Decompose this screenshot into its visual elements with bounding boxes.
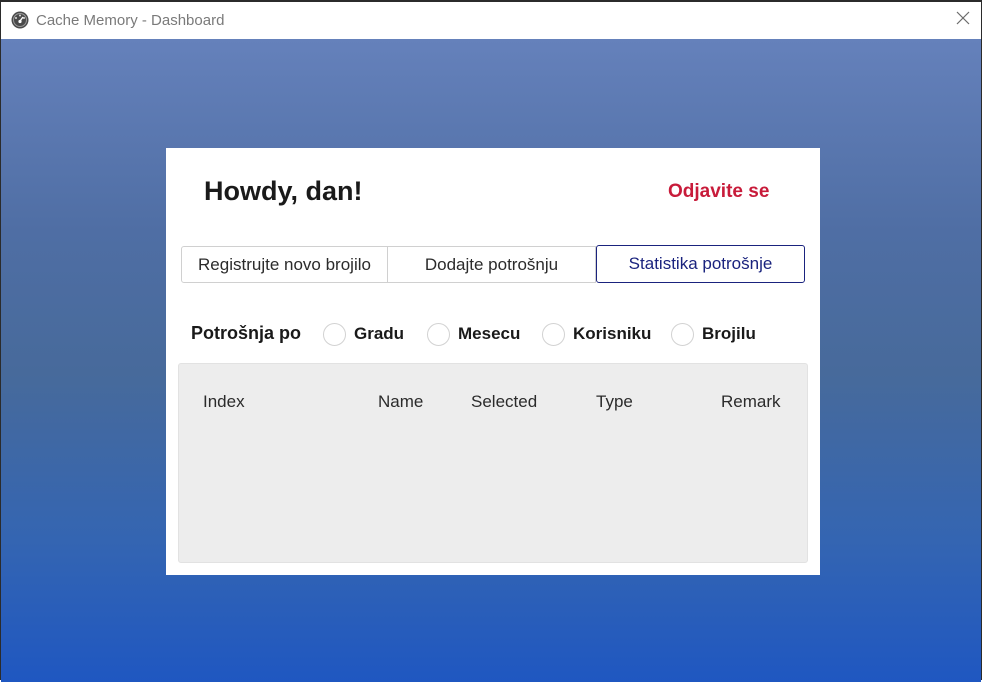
radio-brojilu[interactable]: Brojilu [671,322,756,346]
gauge-icon [11,11,29,29]
tab-bar: Registrujte novo brojilo Dodajte potrošn… [181,245,805,284]
column-header-name[interactable]: Name [378,392,423,412]
column-header-selected[interactable]: Selected [471,392,537,412]
tab-register-meter[interactable]: Registrujte novo brojilo [181,246,388,283]
radio-circle[interactable] [323,322,346,346]
close-icon [956,11,970,30]
radio-korisniku[interactable]: Korisniku [542,322,651,346]
statistics-table[interactable]: Index Name Selected Type Remark [178,363,808,563]
close-button[interactable] [945,2,981,39]
dashboard-card: Howdy, dan! Odjavite se Registrujte novo… [166,148,820,575]
radio-gradu[interactable]: Gradu [323,322,404,346]
radio-circle[interactable] [427,322,450,346]
window-title: Cache Memory - Dashboard [36,12,225,29]
radio-label: Korisniku [573,324,652,343]
radio-circle[interactable] [542,322,565,346]
radio-circle[interactable] [671,322,694,346]
radio-label: Gradu [354,324,405,343]
tab-add-consumption[interactable]: Dodajte potrošnju [388,246,596,283]
app-window: Cache Memory - Dashboard Howdy, dan! Odj… [0,0,982,682]
title-bar: Cache Memory - Dashboard [1,2,981,39]
radio-mesecu[interactable]: Mesecu [427,322,520,346]
column-header-type[interactable]: Type [596,392,633,412]
logout-link[interactable]: Odjavite se [668,181,769,203]
radio-label: Brojilu [702,324,756,343]
column-header-remark[interactable]: Remark [721,392,781,412]
greeting-heading: Howdy, dan! [204,176,363,206]
radio-label: Mesecu [458,324,521,343]
filter-label: Potrošnja po [191,323,302,343]
consumption-filter: Potrošnja po Gradu Mesecu Korisniku Broj… [191,320,811,348]
tab-consumption-statistics[interactable]: Statistika potrošnje [596,245,805,283]
column-header-index[interactable]: Index [203,392,245,412]
